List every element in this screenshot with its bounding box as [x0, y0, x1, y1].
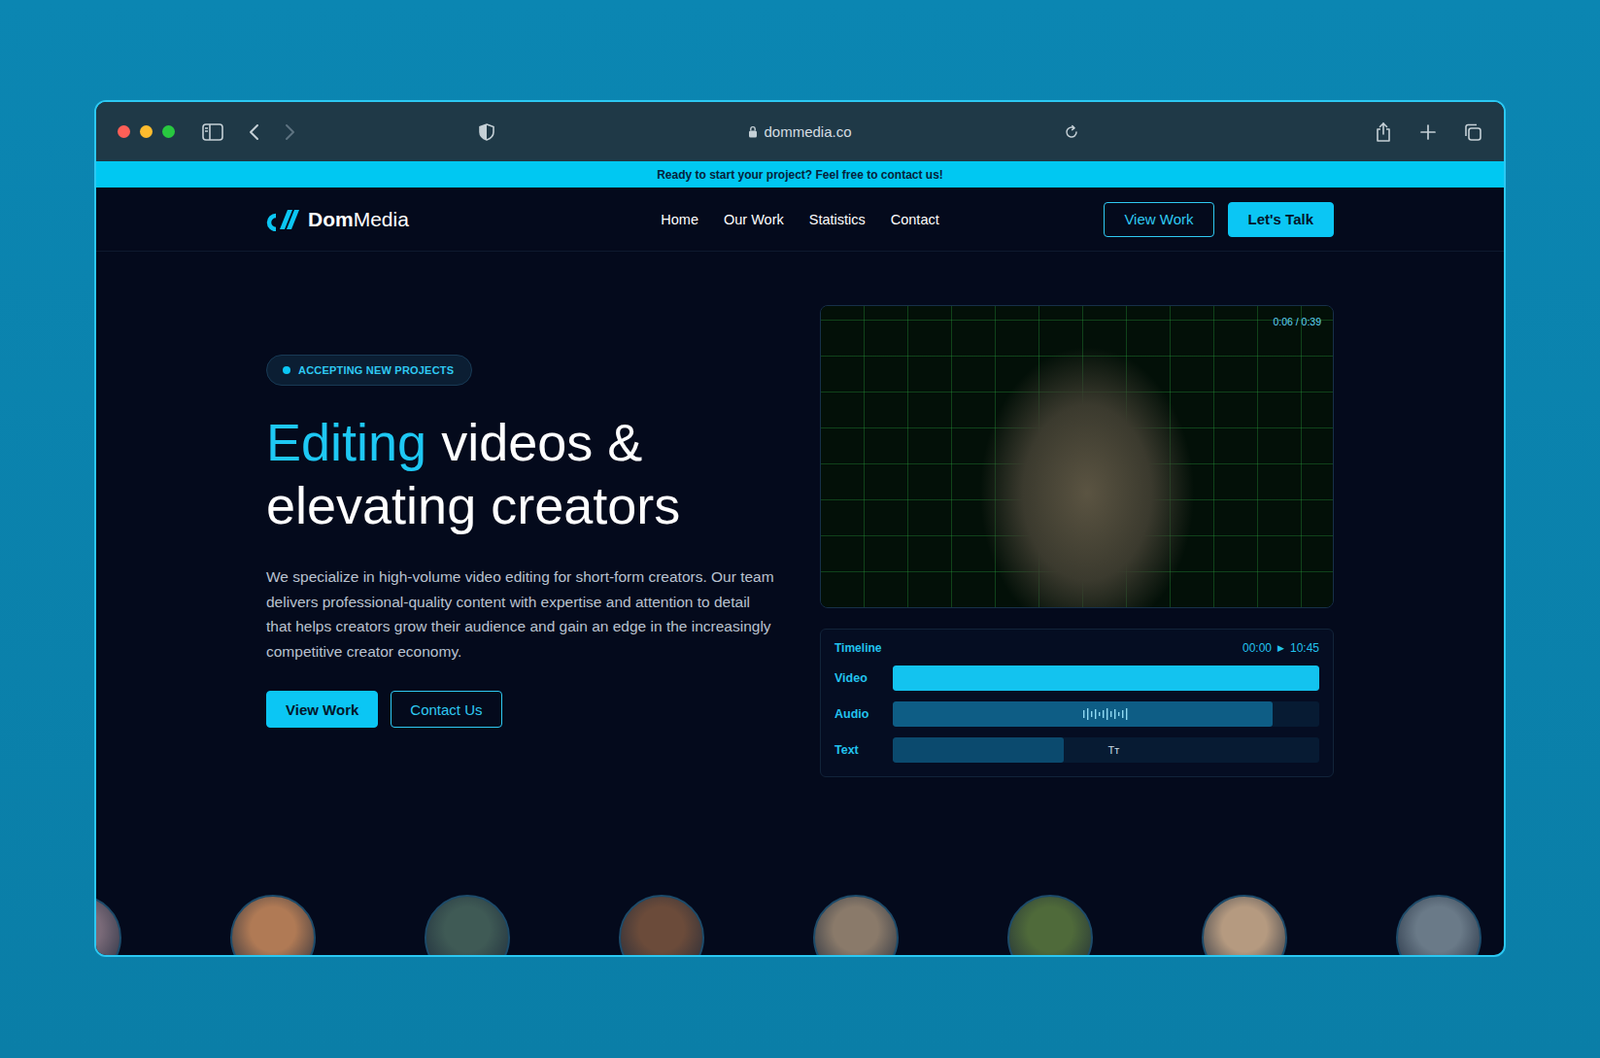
lock-icon: [748, 125, 758, 138]
track-fill: [892, 737, 1064, 763]
video-frame: [820, 306, 1333, 608]
nav-link[interactable]: Statistics: [809, 211, 866, 228]
track-bar[interactable]: Tт: [892, 737, 1320, 763]
window-controls: [117, 125, 175, 138]
creator-avatar[interactable]: [1395, 894, 1482, 957]
creator-avatar[interactable]: [94, 894, 122, 957]
track-fill: [892, 665, 1320, 691]
logo[interactable]: DomMedia: [266, 207, 661, 232]
track-bar[interactable]: [892, 665, 1320, 691]
logo-bold: Dom: [307, 207, 354, 231]
tabs-overview-icon[interactable]: [1463, 122, 1483, 142]
site-nav: DomMediaHomeOur WorkStatisticsContactVie…: [96, 187, 1504, 252]
timeline-track: Text Tт: [834, 737, 1320, 763]
close-icon[interactable]: [117, 125, 131, 138]
status-badge: ACCEPTING NEW PROJECTS: [266, 354, 473, 386]
timeline-title: Timeline: [834, 641, 882, 655]
nav-button[interactable]: Let's Talk: [1227, 202, 1334, 238]
creator-avatar[interactable]: [424, 894, 511, 957]
sidebar-icon[interactable]: [201, 122, 225, 142]
timeline-times: 00:00▶10:45: [1242, 641, 1320, 655]
forward-icon[interactable]: [282, 122, 297, 142]
description: We specialize in high-volume video editi…: [266, 564, 777, 664]
cta-button[interactable]: View Work: [266, 690, 378, 728]
url-text: dommedia.co: [763, 123, 852, 140]
maximize-icon[interactable]: [162, 125, 175, 138]
track-fill: [892, 701, 1273, 727]
browser-toolbar: dommedia.co: [96, 102, 1504, 162]
share-icon[interactable]: [1373, 121, 1394, 143]
shield-icon[interactable]: [477, 122, 496, 142]
nav-link[interactable]: Our Work: [723, 211, 784, 228]
play-icon[interactable]: ▶: [1277, 643, 1285, 653]
logo-icon: [266, 207, 304, 232]
nav-link[interactable]: Contact: [890, 211, 940, 228]
headline-highlight: Editing: [266, 412, 427, 472]
waveform-icon: [1083, 707, 1130, 721]
nav-link[interactable]: Home: [660, 211, 699, 228]
text-track-marker: Tт: [1108, 742, 1121, 758]
timeline-panel: Timeline 00:00▶10:45 Video Audio Text Tт: [819, 628, 1334, 778]
timeline-track: Video: [834, 665, 1320, 691]
creator-avatar[interactable]: [813, 894, 899, 957]
cta-button[interactable]: Contact Us: [390, 690, 502, 728]
track-label: Audio: [834, 707, 893, 721]
track-label: Text: [834, 743, 893, 757]
status-dot: [282, 366, 291, 375]
logo-regular: Media: [353, 207, 409, 231]
address-bar[interactable]: dommedia.co: [748, 123, 852, 140]
announcement-banner[interactable]: Ready to start your project? Feel free t…: [96, 161, 1504, 188]
minimize-icon[interactable]: [139, 125, 153, 138]
timeline-track: Audio: [834, 701, 1320, 727]
back-icon[interactable]: [247, 122, 262, 142]
nav-button[interactable]: View Work: [1103, 202, 1214, 238]
new-tab-icon[interactable]: [1419, 123, 1437, 141]
video-time: 0:06 / 0:39: [1272, 315, 1322, 328]
nav-links: Home Our Work Statistics Contact: [660, 211, 939, 228]
browser-window: dommedia.co Ready to start your project? …: [94, 100, 1506, 957]
video-preview[interactable]: 0:06 / 0:39: [819, 305, 1334, 609]
track-bar[interactable]: [892, 701, 1320, 727]
headline: Editing videos &elevating creators: [266, 410, 681, 538]
track-label: Video: [834, 671, 893, 685]
creator-avatar[interactable]: [1201, 894, 1288, 957]
creator-strip: [94, 894, 1504, 957]
reload-icon[interactable]: [1063, 124, 1080, 140]
creator-avatar[interactable]: [1007, 894, 1093, 957]
hero: ACCEPTING NEW PROJECTS Editing videos &el…: [96, 251, 1504, 778]
creator-avatar[interactable]: [230, 894, 316, 957]
creator-avatar[interactable]: [618, 894, 705, 957]
page: dommedia.co Ready to start your project? …: [0, 0, 1600, 1058]
